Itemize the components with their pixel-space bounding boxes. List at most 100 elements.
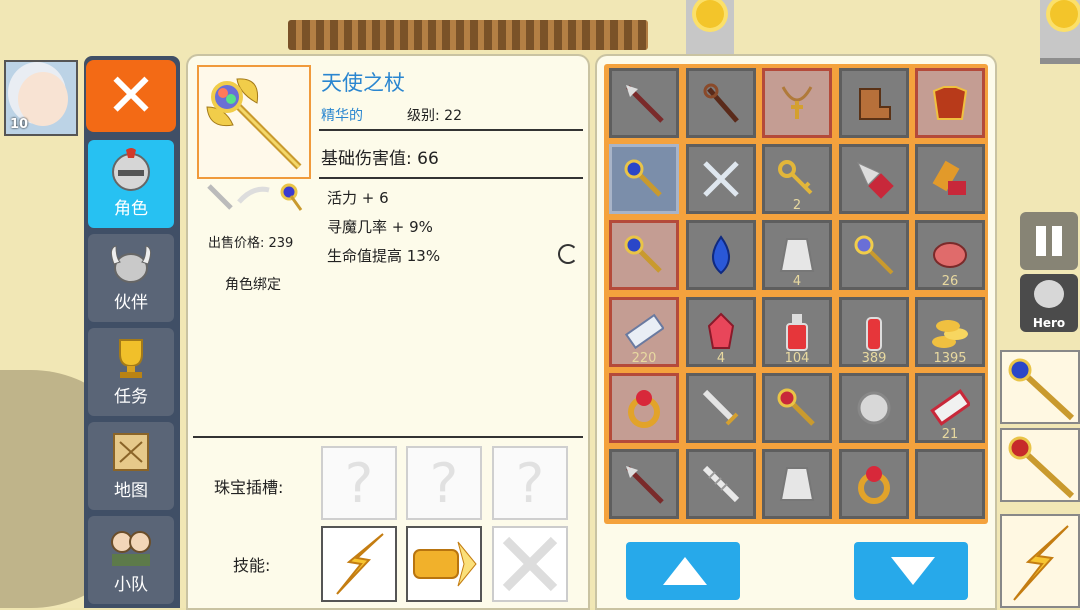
- inventory-cell[interactable]: [609, 144, 679, 214]
- skills-label: 技能:: [233, 556, 271, 575]
- ruby-scepter-icon: [777, 388, 815, 426]
- gem-slot[interactable]: ?: [321, 446, 397, 520]
- scepter-icon: [624, 235, 662, 273]
- inventory-cell[interactable]: [762, 68, 832, 138]
- inventory-cell[interactable]: [762, 373, 832, 443]
- lightning-icon: [336, 533, 384, 595]
- inventory-cell[interactable]: 4: [762, 220, 832, 290]
- staff-icon: [703, 83, 739, 123]
- stone-icon: [779, 467, 815, 501]
- menu-item-label: 地图: [114, 481, 148, 501]
- spear-icon: [626, 466, 664, 504]
- inventory-cell[interactable]: [686, 220, 756, 290]
- quick-slot[interactable]: [1000, 350, 1080, 424]
- skill-slot[interactable]: [406, 526, 482, 602]
- close-button[interactable]: ✕: [86, 60, 176, 132]
- inventory-cell[interactable]: [609, 449, 679, 519]
- menu-item-helmet[interactable]: 角色: [88, 140, 174, 228]
- item-count: 4: [792, 274, 802, 289]
- angel-staff-icon: [206, 78, 302, 170]
- item-stat: 寻魔几率 + 9%: [327, 218, 433, 236]
- inventory-cell[interactable]: [839, 449, 909, 519]
- item-name: 天使之杖: [321, 71, 405, 95]
- inventory-cell[interactable]: [609, 220, 679, 290]
- item-count: 21: [941, 427, 959, 442]
- menu-item-label: 伙伴: [114, 293, 148, 313]
- gem-slots-label: 珠宝插槽:: [214, 478, 284, 497]
- menu-item-party[interactable]: 小队: [88, 516, 174, 604]
- crossed-swords-icon: [703, 161, 739, 197]
- item-count: 26: [941, 274, 959, 289]
- menu-item-label: 角色: [114, 199, 148, 219]
- inventory-cell[interactable]: [839, 68, 909, 138]
- scroll-down-button[interactable]: [854, 542, 968, 600]
- inventory-cell[interactable]: 104: [762, 297, 832, 367]
- inventory-cell[interactable]: 4: [686, 297, 756, 367]
- sun-ornament-icon: [1050, 0, 1078, 28]
- skill-slot-locked: [492, 526, 568, 602]
- down-arrow-icon: [891, 557, 935, 585]
- inventory-cell[interactable]: [915, 68, 985, 138]
- wooden-fence: [288, 20, 648, 50]
- silver-ore-icon: [857, 391, 891, 425]
- trophy-icon: [119, 339, 143, 378]
- inventory-cell[interactable]: [839, 373, 909, 443]
- item-level: 级别: 22: [407, 108, 462, 124]
- hero-button[interactable]: Hero: [1020, 274, 1078, 332]
- scroll-icon: [624, 313, 664, 350]
- ring-icon: [628, 390, 660, 428]
- player-level: 10: [10, 117, 29, 132]
- inventory-cell[interactable]: 21: [915, 373, 985, 443]
- inventory-cell[interactable]: 389: [839, 297, 909, 367]
- dash-icon: [413, 541, 477, 587]
- inventory-cell[interactable]: [609, 373, 679, 443]
- gem-slot[interactable]: ?: [492, 446, 568, 520]
- menu-item-trophy[interactable]: 任务: [88, 328, 174, 416]
- gem-slot[interactable]: ?: [406, 446, 482, 520]
- inventory-cell[interactable]: [915, 449, 985, 519]
- pause-icon: [1036, 226, 1046, 256]
- scroll-up-button[interactable]: [626, 542, 740, 600]
- pause-icon-bar: [1052, 226, 1062, 256]
- inventory-cell[interactable]: 220: [609, 297, 679, 367]
- amulet-icon: [781, 86, 813, 119]
- inventory-cell[interactable]: [686, 449, 756, 519]
- sword-icon: [702, 389, 739, 426]
- quick-skill-slot[interactable]: [1000, 514, 1080, 608]
- quick-slot[interactable]: [1000, 428, 1080, 502]
- inventory-cell[interactable]: 1395: [915, 297, 985, 367]
- meat-icon: [933, 242, 967, 268]
- inventory-cell[interactable]: [839, 144, 909, 214]
- binding-status: 角色绑定: [225, 277, 281, 293]
- armor-icon: [932, 86, 968, 120]
- skill-slot[interactable]: [321, 526, 397, 602]
- inventory-cell[interactable]: [609, 68, 679, 138]
- viking-helmet-icon: [110, 245, 152, 283]
- inventory-cell[interactable]: [686, 144, 756, 214]
- menu-item-viking-helmet[interactable]: 伙伴: [88, 234, 174, 322]
- hero-label: Hero: [1032, 316, 1066, 330]
- pause-button[interactable]: [1020, 212, 1078, 270]
- inventory-cell[interactable]: [686, 373, 756, 443]
- item-count: 4: [716, 351, 726, 366]
- drill-icon: [856, 161, 894, 199]
- item-quality: 精华的: [321, 108, 363, 124]
- red-potion-icon: [786, 314, 808, 351]
- inventory-cell[interactable]: [839, 220, 909, 290]
- menu-item-map[interactable]: 地图: [88, 422, 174, 510]
- player-avatar[interactable]: 10: [4, 60, 78, 136]
- up-arrow-icon: [663, 557, 707, 585]
- inventory-cell[interactable]: 26: [915, 220, 985, 290]
- rotate-icon[interactable]: [558, 244, 578, 264]
- blue-gem-icon: [712, 235, 730, 275]
- inventory-cell[interactable]: [762, 449, 832, 519]
- boots-icon: [859, 88, 891, 120]
- inventory-cell[interactable]: [915, 144, 985, 214]
- inventory-cell[interactable]: 2: [762, 144, 832, 214]
- scepter-icon: [624, 159, 662, 197]
- menu-item-label: 任务: [114, 387, 148, 407]
- inventory-cell[interactable]: [686, 68, 756, 138]
- ring-icon: [858, 466, 890, 504]
- helmet-icon: [1034, 280, 1064, 308]
- item-preview: [197, 65, 311, 179]
